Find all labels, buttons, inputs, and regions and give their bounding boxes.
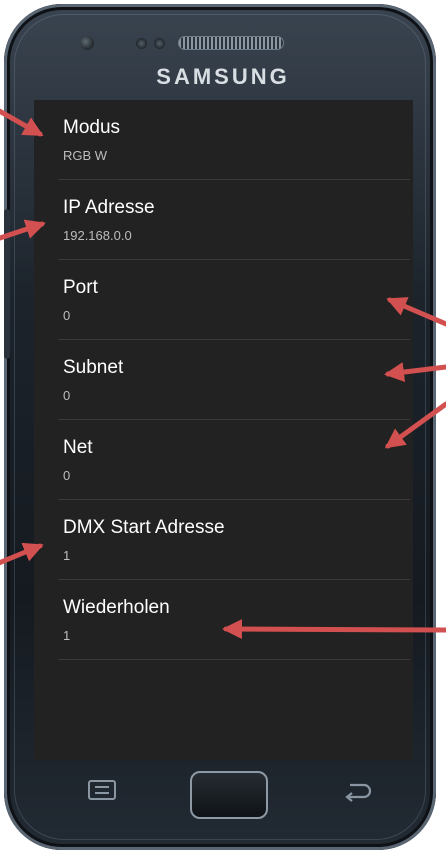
setting-title: Net — [63, 437, 93, 458]
divider — [58, 659, 410, 660]
setting-subnet[interactable]: Subnet 0 — [34, 340, 413, 420]
earpiece-speaker — [178, 36, 284, 50]
setting-title: Subnet — [63, 357, 124, 378]
setting-dmx-start-adresse[interactable]: DMX Start Adresse 1 — [34, 500, 413, 580]
menu-icon[interactable] — [86, 779, 118, 801]
settings-screen: Modus RGB W IP Adresse 192.168.0.0 Port … — [34, 100, 413, 760]
setting-title: Port — [63, 277, 98, 298]
setting-value: 0 — [63, 308, 71, 323]
setting-modus[interactable]: Modus RGB W — [34, 100, 413, 180]
setting-net[interactable]: Net 0 — [34, 420, 413, 500]
volume-side-button — [4, 209, 10, 359]
setting-title: DMX Start Adresse — [63, 517, 225, 538]
setting-value: RGB W — [63, 148, 108, 163]
setting-port[interactable]: Port 0 — [34, 260, 413, 340]
setting-value: 1 — [63, 548, 71, 563]
setting-ip-adresse[interactable]: IP Adresse 192.168.0.0 — [34, 180, 413, 260]
setting-title: IP Adresse — [63, 197, 155, 218]
setting-wiederholen[interactable]: Wiederholen 1 — [34, 580, 413, 660]
setting-value: 0 — [63, 388, 71, 403]
back-arrow-icon[interactable] — [340, 779, 374, 803]
setting-value: 1 — [63, 628, 71, 643]
light-sensor-icon — [154, 38, 165, 49]
home-button[interactable] — [190, 771, 268, 819]
stage: SAMSUNG Modus RGB W IP Adresse 192.168.0… — [0, 0, 446, 851]
setting-title: Modus — [63, 117, 121, 138]
setting-value: 192.168.0.0 — [63, 228, 132, 243]
setting-title: Wiederholen — [63, 597, 170, 618]
setting-value: 0 — [63, 468, 71, 483]
brand-logo: SAMSUNG — [156, 64, 290, 89]
front-camera-icon — [80, 36, 94, 50]
proximity-sensor-icon — [136, 38, 147, 49]
